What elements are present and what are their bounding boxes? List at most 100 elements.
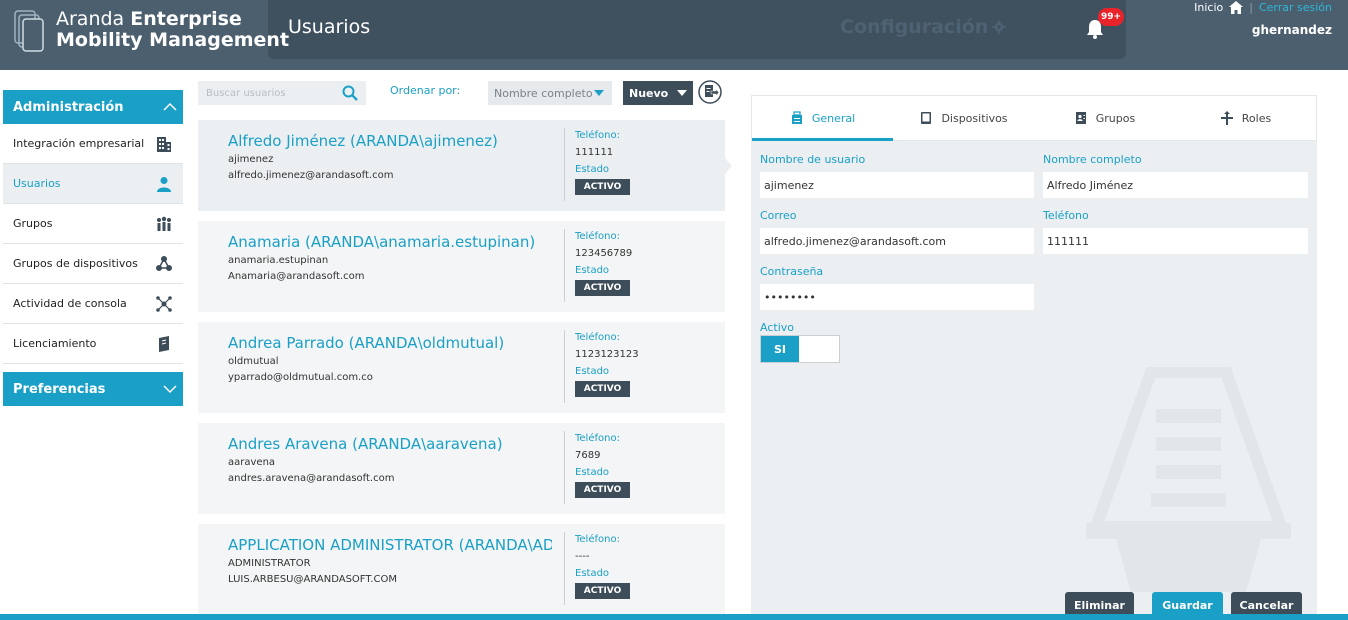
status-badge: ACTIVO [575,583,630,599]
search-button[interactable] [338,81,362,105]
device-group-icon [156,255,172,271]
sidebar-item-grupos[interactable]: Grupos [3,204,183,244]
tab-label: Dispositivos [941,111,1008,125]
search-icon [342,85,358,101]
group-icon [157,216,171,231]
password-label: Contraseña [760,265,824,278]
sort-select-value: Nombre completo [494,86,593,100]
user-card[interactable]: Anamaria (ARANDA\anamaria.estupinan) ana… [198,221,725,312]
user-card-name[interactable]: Anamaria (ARANDA\anamaria.estupinan) [228,233,535,251]
email-label: Correo [760,209,797,222]
user-detail-panel: General Dispositivos Grupos Roles Nombre… [751,95,1317,620]
user-card-phone-label: Teléfono: [575,534,620,545]
phone-label: Teléfono [1043,209,1089,222]
caret-down-icon [677,90,687,96]
active-label: Activo [760,321,794,334]
user-card-phone-label: Teléfono: [575,433,620,444]
user-card-email: Anamaria@arandasoft.com [228,271,365,282]
user-card-phone: 123456789 [575,248,633,259]
tab-label: Roles [1241,111,1272,125]
user-card-state-label: Estado [575,265,610,276]
sidebar-section-preferencias[interactable]: Preferencias [3,372,183,406]
user-card-state-label: Estado [575,164,610,175]
user-card-name[interactable]: Andrea Parrado (ARANDA\oldmutual) [228,334,504,352]
user-card-state-label: Estado [575,568,610,579]
status-badge: ACTIVO [575,179,630,195]
sort-select[interactable]: Nombre completo [488,81,612,105]
chevron-up-icon [163,102,177,111]
user-card[interactable]: Andrea Parrado (ARANDA\oldmutual) oldmut… [198,322,725,413]
user-card-name[interactable]: APPLICATION ADMINISTRATOR (ARANDA\AD... [228,536,552,554]
search-box [198,81,366,105]
sidebar-item-integracion[interactable]: Integración empresarial [3,124,183,164]
user-card-phone: 7689 [575,450,601,461]
brand-name: Aranda Enterprise Mobility Management [56,8,290,51]
sidebar-item-label: Licenciamiento [13,337,97,350]
building-icon [157,136,171,152]
gear-icon [992,20,1007,34]
password-field[interactable] [760,284,1034,310]
tab-label: Grupos [1095,111,1136,125]
user-card-email: yparrado@oldmutual.com.co [228,372,373,383]
sidebar-item-actividad[interactable]: Actividad de consola [3,284,183,324]
status-badge: ACTIVO [575,482,630,498]
tab-grupos[interactable]: Grupos [1034,96,1175,140]
fullname-field[interactable] [1043,172,1308,198]
bottom-bar [0,614,1348,620]
tab-label: General [811,111,856,125]
phone-field[interactable] [1043,228,1308,254]
notification-badge: 99+ [1098,8,1125,26]
sidebar-item-label: Usuarios [13,177,61,190]
user-card-phone: 111111 [575,147,614,158]
home-link[interactable]: Inicio [1194,1,1223,14]
search-input[interactable] [198,82,338,104]
username-field[interactable] [760,172,1034,198]
card-divider [564,229,565,302]
active-toggle[interactable]: SI [760,335,840,363]
config-label: Configuración [840,16,989,38]
status-badge: ACTIVO [575,381,630,397]
user-card-name[interactable]: Alfredo Jiménez (ARANDA\ajimenez) [228,132,498,150]
sidebar-item-label: Grupos [13,217,53,230]
sidebar-item-grupos-dispositivos[interactable]: Grupos de dispositivos [3,244,183,284]
page-title: Usuarios [288,16,371,38]
user-icon [157,176,171,192]
new-user-button[interactable]: Nuevo [623,81,693,105]
status-badge: ACTIVO [575,280,630,296]
sidebar-section-admin[interactable]: Administración [3,90,183,124]
home-icon[interactable] [1229,1,1244,14]
sidebar-item-licenciamiento[interactable]: Licenciamiento [3,324,183,364]
link-separator: | [1249,1,1253,14]
user-card-phone: ---- [575,551,590,562]
user-card[interactable]: Alfredo Jiménez (ARANDA\ajimenez) ajimen… [198,120,732,211]
export-icon[interactable] [698,80,722,104]
user-card-name[interactable]: Andres Aravena (ARANDA\aaravena) [228,435,503,453]
caret-down-icon [594,90,604,96]
tab-roles[interactable]: Roles [1175,96,1316,140]
sidebar-item-usuarios[interactable]: Usuarios [3,164,183,204]
card-divider [564,532,565,605]
trash-watermark-icon [1086,367,1291,592]
user-card-phone-label: Teléfono: [575,332,620,343]
user-card[interactable]: APPLICATION ADMINISTRATOR (ARANDA\AD... … [198,524,725,615]
email-field[interactable] [760,228,1034,254]
user-card-login: aaravena [228,457,276,468]
user-card-state-label: Estado [575,467,610,478]
user-card-state-label: Estado [575,366,610,377]
sidebar-item-label: Integración empresarial [13,137,145,150]
tablet-icon [921,112,932,124]
toggle-on-label: SI [761,336,799,362]
card-divider [564,431,565,504]
user-card[interactable]: Andres Aravena (ARANDA\aaravena) aaraven… [198,423,725,514]
sidebar-section-label: Administración [13,99,124,115]
card-divider [564,128,565,201]
tab-dispositivos[interactable]: Dispositivos [893,96,1034,140]
config-link[interactable]: Configuración [840,16,1007,38]
logout-link[interactable]: Cerrar sesión [1259,1,1332,14]
user-card-email: alfredo.jimenez@arandasoft.com [228,170,394,181]
tab-general[interactable]: General [752,96,893,141]
chevron-down-icon [163,385,177,394]
user-card-phone-label: Teléfono: [575,130,620,141]
fullname-label: Nombre completo [1043,153,1142,166]
selection-arrow [725,158,732,174]
